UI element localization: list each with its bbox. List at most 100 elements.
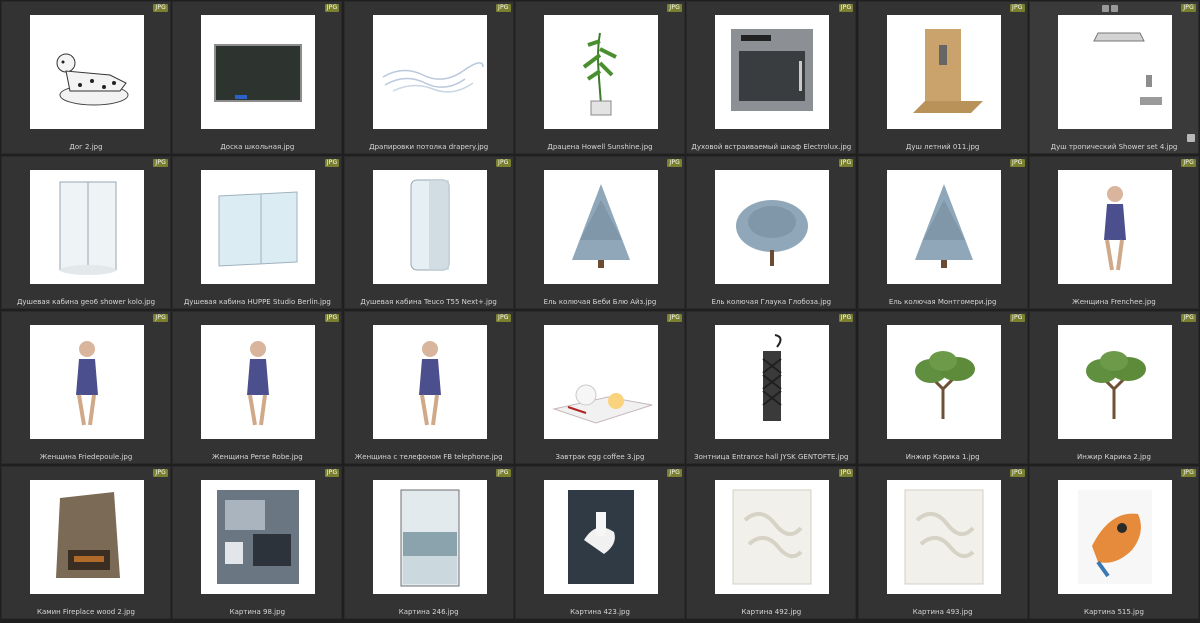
chalkboard-icon	[201, 15, 316, 129]
file-type-badge: JPG	[1010, 159, 1025, 167]
dalmatian-dog-icon	[30, 15, 144, 129]
filename-label: Камин Fireplace wood 2.jpg	[37, 608, 135, 616]
file-type-badge: JPG	[324, 314, 340, 322]
item-action-icons	[1101, 5, 1118, 12]
horse-painting-icon	[543, 480, 658, 594]
file-type-badge: JPG	[324, 4, 340, 12]
filename-label: Драпировки потолка drapery.jpg	[369, 143, 489, 151]
landscape-painting-icon	[372, 480, 487, 594]
file-type-badge: JPG	[496, 469, 511, 477]
glass-shower-enclosure-icon	[201, 170, 316, 284]
thumbnail-item[interactable]: JPG Ель колючая Беби Блю Айз.jpg	[514, 156, 685, 309]
file-type-badge: JPG	[667, 159, 682, 167]
filename-label: Духовой встраиваемый шкаф Electrolux.jpg	[691, 143, 852, 151]
thumbnail-item[interactable]: JPG Завтрак egg coffee 3.jpg	[514, 311, 685, 464]
thumbnail-item[interactable]: JPG Камин Fireplace wood 2.jpg	[1, 466, 171, 619]
filename-label: Инжир Карика 2.jpg	[1077, 453, 1151, 461]
thumbnail-item[interactable]: JPG Душевая кабина geo6 shower kolo.jpg	[1, 156, 171, 309]
blue-globe-spruce-icon	[715, 170, 830, 284]
filename-label: Картина 515.jpg	[1084, 608, 1144, 616]
thumbnail-item[interactable]: JPG Дог 2.jpg	[1, 1, 171, 154]
blue-spruce-tree-icon	[886, 170, 1001, 284]
file-type-badge: JPG	[324, 159, 340, 167]
filename-label: Драцена Howell Sunshine.jpg	[547, 143, 653, 151]
thumbnail-item[interactable]: JPG Ель колючая Монтгомери.jpg	[857, 156, 1028, 309]
filename-label: Дог 2.jpg	[69, 143, 103, 151]
thumbnail-item[interactable]: JPG Душевая кабина HUPPE Studio Berlin.jp…	[172, 156, 343, 309]
file-type-badge: JPG	[1181, 159, 1196, 167]
file-type-badge: JPG	[1010, 469, 1025, 477]
thumbnail-item[interactable]: JPG Душ тропический Shower set 4.jpg	[1028, 1, 1199, 154]
file-type-badge: JPG	[153, 314, 168, 322]
filename-label: Женщина Frenchee.jpg	[1072, 298, 1156, 306]
file-type-badge: JPG	[496, 4, 511, 12]
woman-figure-icon	[30, 325, 144, 439]
summer-shower-icon	[886, 15, 1001, 129]
thumbnail-item[interactable]: JPG Картина 493.jpg	[857, 466, 1028, 619]
file-type-badge: JPG	[496, 159, 511, 167]
checkmark-icon[interactable]	[1186, 134, 1195, 142]
thumbnail-grid: JPG Дог 2.jpg JPG Доска школьная.jpg JPG Драп…	[0, 0, 1200, 619]
thumbnail-item[interactable]: JPG Инжир Карика 1.jpg	[857, 311, 1028, 464]
thumbnail-item[interactable]: JPG Картина 423.jpg	[514, 466, 685, 619]
tropical-shower-set-icon	[1057, 15, 1172, 129]
file-type-badge: JPG	[838, 314, 854, 322]
filename-label: Душ тропический Shower set 4.jpg	[1050, 143, 1178, 151]
thumbnail-item[interactable]: JPG Женщина с телефоном FB telephone.jpg	[343, 311, 514, 464]
file-type-badge: JPG	[838, 469, 854, 477]
file-type-badge: JPG	[153, 159, 168, 167]
thumbnail-item[interactable]: JPG Картина 98.jpg	[172, 466, 343, 619]
white-relief-art-icon	[886, 480, 1001, 594]
thumbnail-item[interactable]: JPG Женщина Frenchee.jpg	[1028, 156, 1199, 309]
thumbnail-item[interactable]: JPG Драцена Howell Sunshine.jpg	[514, 1, 685, 154]
file-type-badge: JPG	[324, 469, 340, 477]
file-type-badge: JPG	[153, 469, 168, 477]
thumbnail-item[interactable]: JPG Душ летний 011.jpg	[857, 1, 1028, 154]
white-relief-art-icon	[715, 480, 830, 594]
thumbnail-item[interactable]: JPG Драпировки потолка drapery.jpg	[343, 1, 514, 154]
filename-label: Инжир Карика 1.jpg	[905, 453, 980, 461]
filename-label: Женщина Perse Robe.jpg	[212, 453, 303, 461]
ceiling-drapery-icon	[372, 15, 487, 129]
thumbnail-item[interactable]: JPG Картина 492.jpg	[686, 466, 857, 619]
thumbnail-item[interactable]: JPG Зонтница Entrance hall JYSK GENTOFTE.…	[686, 311, 857, 464]
filename-label: Доска школьная.jpg	[220, 143, 295, 151]
thumbnail-item[interactable]: JPG Доска школьная.jpg	[172, 1, 343, 154]
file-type-badge: JPG	[1010, 314, 1025, 322]
filename-label: Картина 423.jpg	[570, 608, 630, 616]
file-type-badge: JPG	[667, 469, 682, 477]
file-type-badge: JPG	[1181, 469, 1196, 477]
thumbnail-item[interactable]: JPG Женщина Perse Robe.jpg	[172, 311, 343, 464]
thumbnail-item[interactable]: JPG Картина 515.jpg	[1028, 466, 1199, 619]
file-type-badge: JPG	[838, 159, 854, 167]
round-shower-cabin-icon	[372, 170, 487, 284]
filename-label: Картина 98.jpg	[229, 608, 286, 616]
thumbnail-item[interactable]: JPG Картина 246.jpg	[343, 466, 514, 619]
file-type-badge: JPG	[1181, 314, 1196, 322]
filename-label: Завтрак egg coffee 3.jpg	[555, 453, 645, 461]
filename-label: Женщина с телефоном FB telephone.jpg	[354, 453, 503, 461]
thumbnail-item[interactable]: JPG Душевая кабина Teuco T55 Next+.jpg	[343, 156, 514, 309]
built-in-oven-icon	[715, 15, 830, 129]
thumbnail-item[interactable]: JPG Ель колючая Глаука Глобоза.jpg	[686, 156, 857, 309]
file-type-badge: JPG	[1181, 4, 1196, 12]
filename-label: Душ летний 011.jpg	[905, 143, 980, 151]
filename-label: Женщина Friedepoule.jpg	[39, 453, 133, 461]
file-type-badge: JPG	[153, 4, 168, 12]
wood-fireplace-icon	[30, 480, 144, 594]
pencil-icon[interactable]	[1110, 5, 1118, 12]
fig-tree-icon	[1057, 325, 1172, 439]
thumbnail-item[interactable]: JPG Женщина Friedepoule.jpg	[1, 311, 171, 464]
breakfast-table-icon	[543, 325, 658, 439]
thumbnail-item[interactable]: JPG Духовой встраиваемый шкаф Electrolux.…	[686, 1, 857, 154]
woman-figure-icon	[1057, 170, 1172, 284]
fig-tree-icon	[886, 325, 1001, 439]
thumbnail-item[interactable]: JPG Инжир Карика 2.jpg	[1028, 311, 1199, 464]
filename-label: Ель колючая Монтгомери.jpg	[888, 298, 997, 306]
eagle-painting-icon	[1057, 480, 1172, 594]
window-icon[interactable]	[1101, 5, 1109, 12]
file-type-badge: JPG	[838, 4, 854, 12]
filename-label: Картина 492.jpg	[741, 608, 802, 616]
filename-label: Картина 246.jpg	[398, 608, 459, 616]
filename-label: Душевая кабина geo6 shower kolo.jpg	[16, 298, 156, 306]
